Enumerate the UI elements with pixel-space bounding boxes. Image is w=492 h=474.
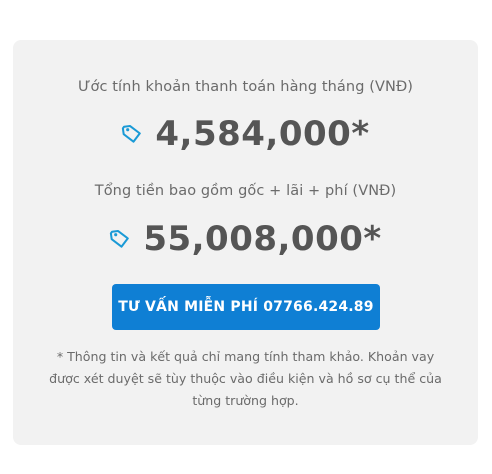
monthly-payment-amount: 4,584,000* <box>155 114 370 154</box>
total-cost-amount: 55,008,000* <box>143 219 382 259</box>
price-tag-icon <box>121 123 143 145</box>
total-cost-label: Tổng tiền bao gồm gốc + lãi + phí (VNĐ) <box>94 183 397 199</box>
monthly-payment-label: Ước tính khoản thanh toán hàng tháng (VN… <box>77 79 414 95</box>
total-cost-row: 55,008,000* <box>13 215 478 263</box>
price-tag-icon <box>109 228 131 250</box>
free-consultation-button[interactable]: TƯ VẤN MIỄN PHÍ 07766.424.89 <box>112 284 380 330</box>
monthly-payment-row: 4,584,000* <box>13 110 478 158</box>
loan-estimate-card: Ước tính khoản thanh toán hàng tháng (VN… <box>13 40 478 445</box>
disclaimer-note: * Thông tin và kết quả chỉ mang tính tha… <box>49 349 442 408</box>
